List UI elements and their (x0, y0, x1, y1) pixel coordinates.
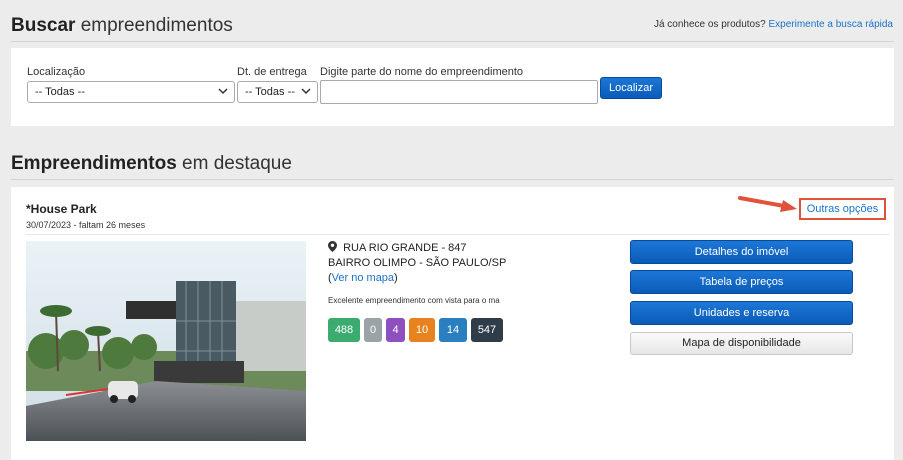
name-search-input[interactable] (320, 80, 598, 104)
localizar-button[interactable]: Localizar (600, 77, 662, 99)
property-photo[interactable] (26, 241, 306, 441)
search-title-bold: Buscar (11, 15, 76, 36)
chevron-down-icon (301, 88, 311, 95)
more-options-link[interactable]: Outras opções (799, 198, 886, 220)
arrow-annotation-icon (738, 196, 797, 212)
featured-divider (11, 179, 894, 180)
address-line-1: RUA RIO GRANDE - 847 (328, 241, 467, 254)
search-title-rest: empreendimentos (80, 15, 233, 36)
chevron-down-icon (218, 88, 228, 95)
map-pin-icon (328, 241, 337, 252)
quick-search-prefix: Já conhece os produtos? (653, 19, 766, 30)
badge-status-4[interactable]: 10 (409, 318, 435, 342)
badge-available[interactable]: 488 (328, 318, 360, 342)
quick-search-hint: Já conhece os produtos? Experimente a bu… (654, 19, 893, 30)
availability-map-button[interactable]: Mapa de disponibilidade (630, 332, 853, 355)
location-label: Localização (27, 66, 86, 78)
badge-status-2[interactable]: 0 (364, 318, 382, 342)
units-reservation-button[interactable]: Unidades e reserva (630, 301, 853, 325)
featured-title-rest: em destaque (182, 153, 292, 174)
view-map-link[interactable]: Ver no mapa (332, 272, 394, 284)
badge-status-5[interactable]: 14 (439, 318, 467, 342)
property-name[interactable]: *House Park (26, 202, 97, 216)
delivery-select[interactable]: -- Todas -- (237, 81, 318, 103)
price-table-button[interactable]: Tabela de preços (630, 270, 853, 294)
location-select-value: -- Todas -- (35, 86, 85, 98)
featured-title-bold: Empreendimentos (11, 153, 177, 174)
property-photo-image (26, 241, 306, 441)
delivery-select-value: -- Todas -- (245, 86, 295, 98)
property-details-button[interactable]: Detalhes do imóvel (630, 240, 853, 264)
map-link-close-paren: ) (394, 272, 398, 284)
map-link-wrapper: (Ver no mapa) (328, 272, 398, 284)
name-label: Digite parte do nome do empreendimento (320, 66, 524, 78)
address-line-2: BAIRRO OLIMPO - SÃO PAULO/SP (328, 257, 507, 269)
card-divider (26, 234, 889, 235)
badge-total[interactable]: 547 (471, 318, 503, 342)
property-description: Excelente empreendimento com vista para … (328, 296, 500, 305)
property-delivery-date: 30/07/2023 - faltam 26 meses (26, 220, 146, 230)
delivery-label: Dt. de entrega (237, 66, 307, 78)
search-section-title: Buscar empreendimentos (11, 15, 233, 37)
featured-section-title: Empreendimentos em destaque (11, 153, 292, 175)
search-divider (11, 41, 894, 42)
location-select[interactable]: -- Todas -- (27, 81, 235, 103)
address-street: RUA RIO GRANDE - 847 (343, 242, 467, 254)
quick-search-link[interactable]: Experimente a busca rápida (768, 19, 893, 30)
badge-status-3[interactable]: 4 (386, 318, 405, 342)
